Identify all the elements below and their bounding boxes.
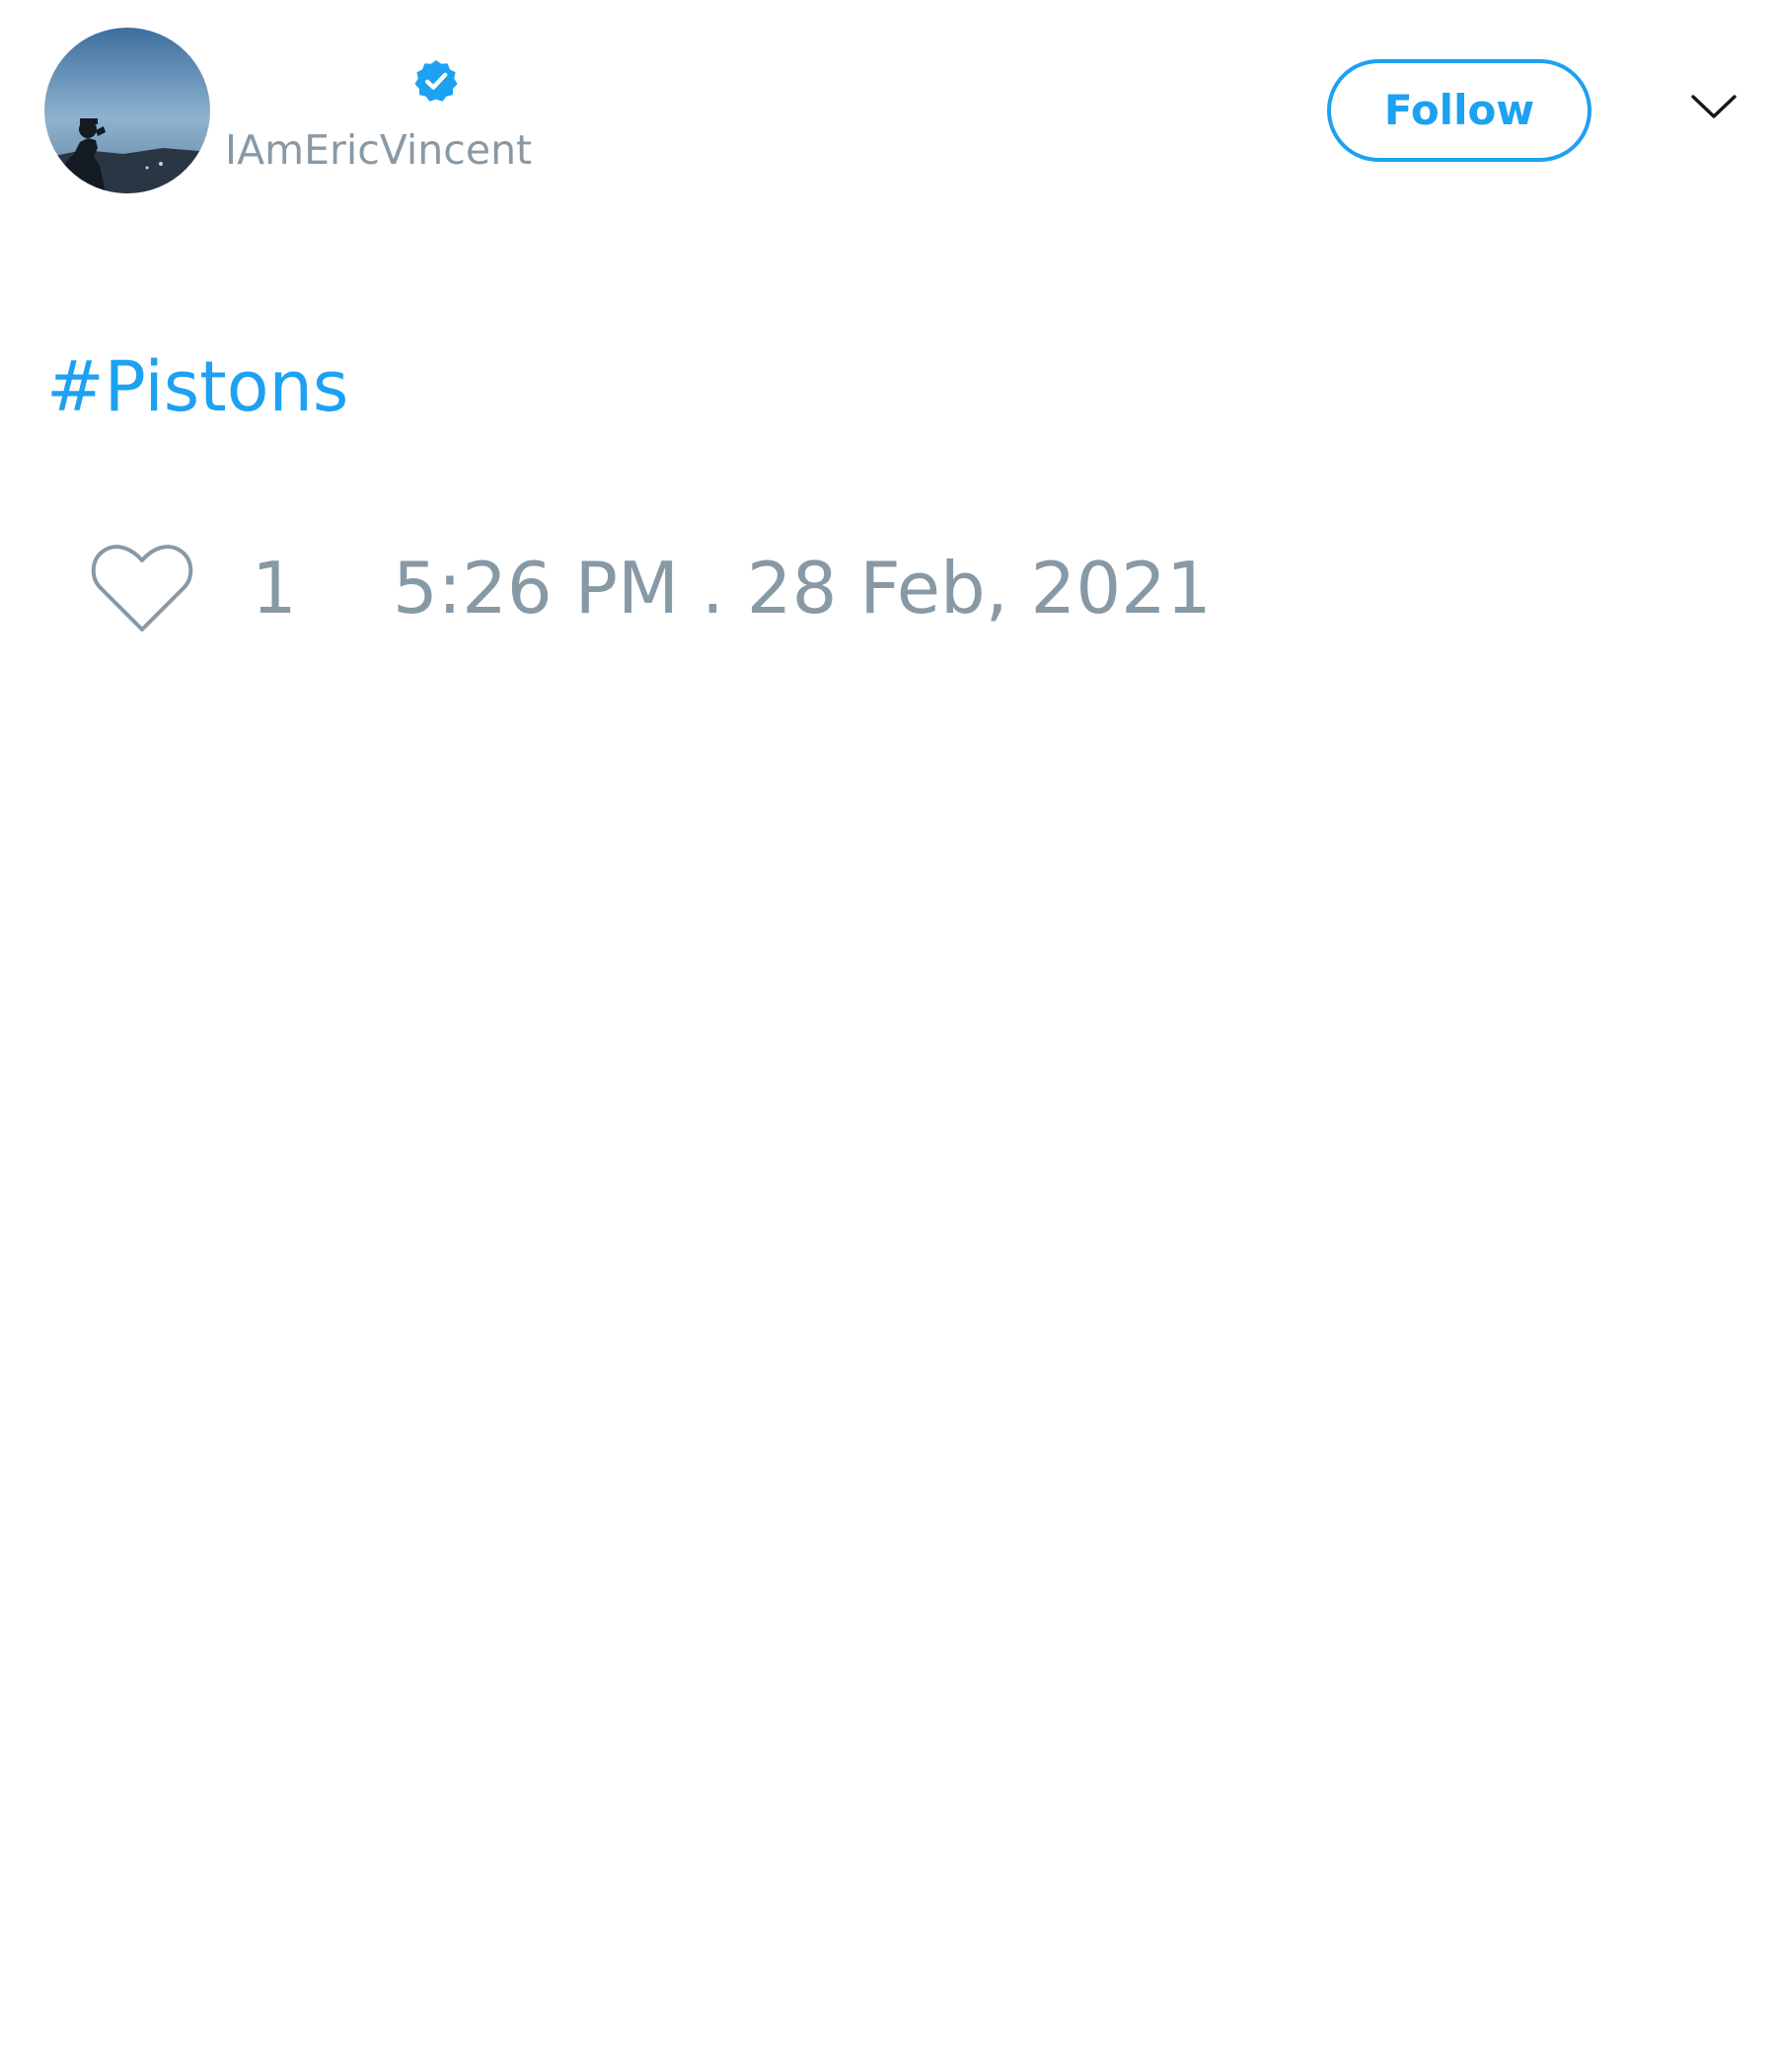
follow-button[interactable]: Follow <box>1327 59 1591 162</box>
hashtag-link[interactable]: #Pistons <box>46 346 348 427</box>
author-avatar[interactable] <box>44 28 210 193</box>
author-handle[interactable]: IAmEricVincent <box>225 126 532 174</box>
tweet-timestamp[interactable]: 5:26 PM . 28 Feb, 2021 <box>393 549 1212 628</box>
avatar-photo <box>44 28 210 193</box>
heart-icon[interactable] <box>89 541 195 635</box>
like-count: 1 <box>252 547 297 629</box>
tweet-text: #Pistons <box>46 347 348 426</box>
tweet-card: IAmEricVincent Follow #Pistons 1 5:26 PM… <box>0 0 1776 2072</box>
chevron-down-icon[interactable] <box>1689 91 1739 122</box>
verified-badge-icon <box>412 57 460 105</box>
